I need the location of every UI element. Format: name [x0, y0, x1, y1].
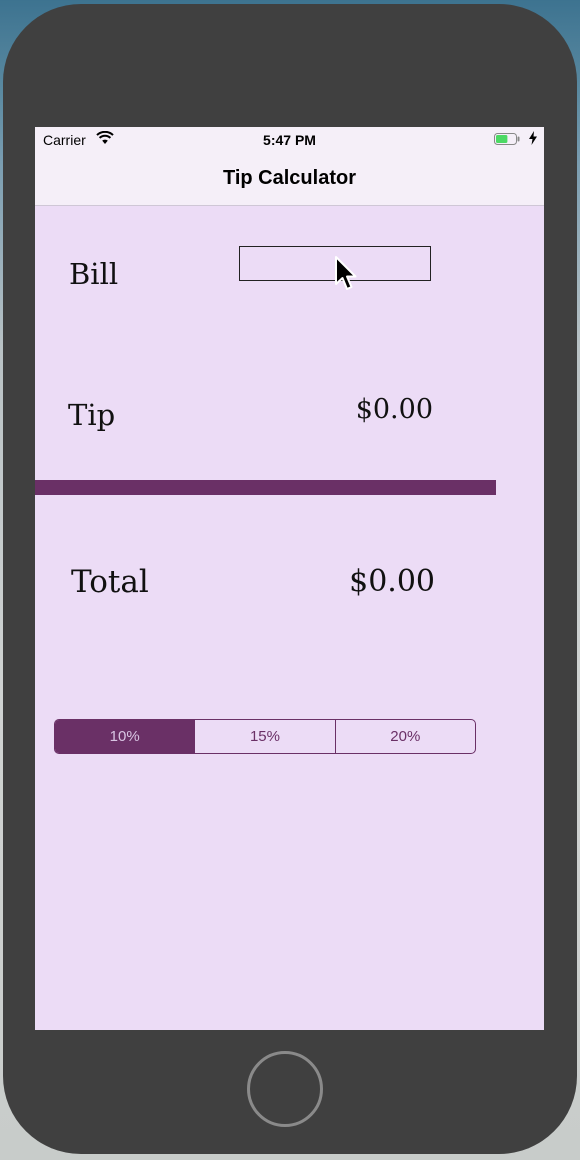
mouse-pointer-icon [335, 256, 357, 290]
tip-percentage-selector: 10% 15% 20% [54, 719, 476, 754]
tip-option-10[interactable]: 10% [55, 720, 196, 753]
page-title: Tip Calculator [223, 167, 356, 189]
divider-bar [35, 480, 496, 495]
status-bar: Carrier 5:47 PM [35, 127, 544, 153]
status-time: 5:47 PM [263, 132, 316, 148]
navigation-bar: Tip Calculator [35, 153, 544, 206]
battery-icon [494, 133, 520, 145]
tip-option-15[interactable]: 15% [195, 720, 336, 753]
tip-option-20[interactable]: 20% [336, 720, 475, 753]
total-amount-value: $0.00 [349, 564, 435, 599]
tip-label: Tip [68, 398, 116, 432]
bill-label: Bill [69, 257, 119, 291]
charging-bolt-icon [529, 131, 537, 145]
tip-amount-value: $0.00 [355, 394, 433, 425]
home-button-icon[interactable] [247, 1051, 323, 1127]
app-screen: Carrier 5:47 PM Tip Calculator Bill Tip … [35, 127, 544, 1030]
total-label: Total [71, 564, 149, 600]
